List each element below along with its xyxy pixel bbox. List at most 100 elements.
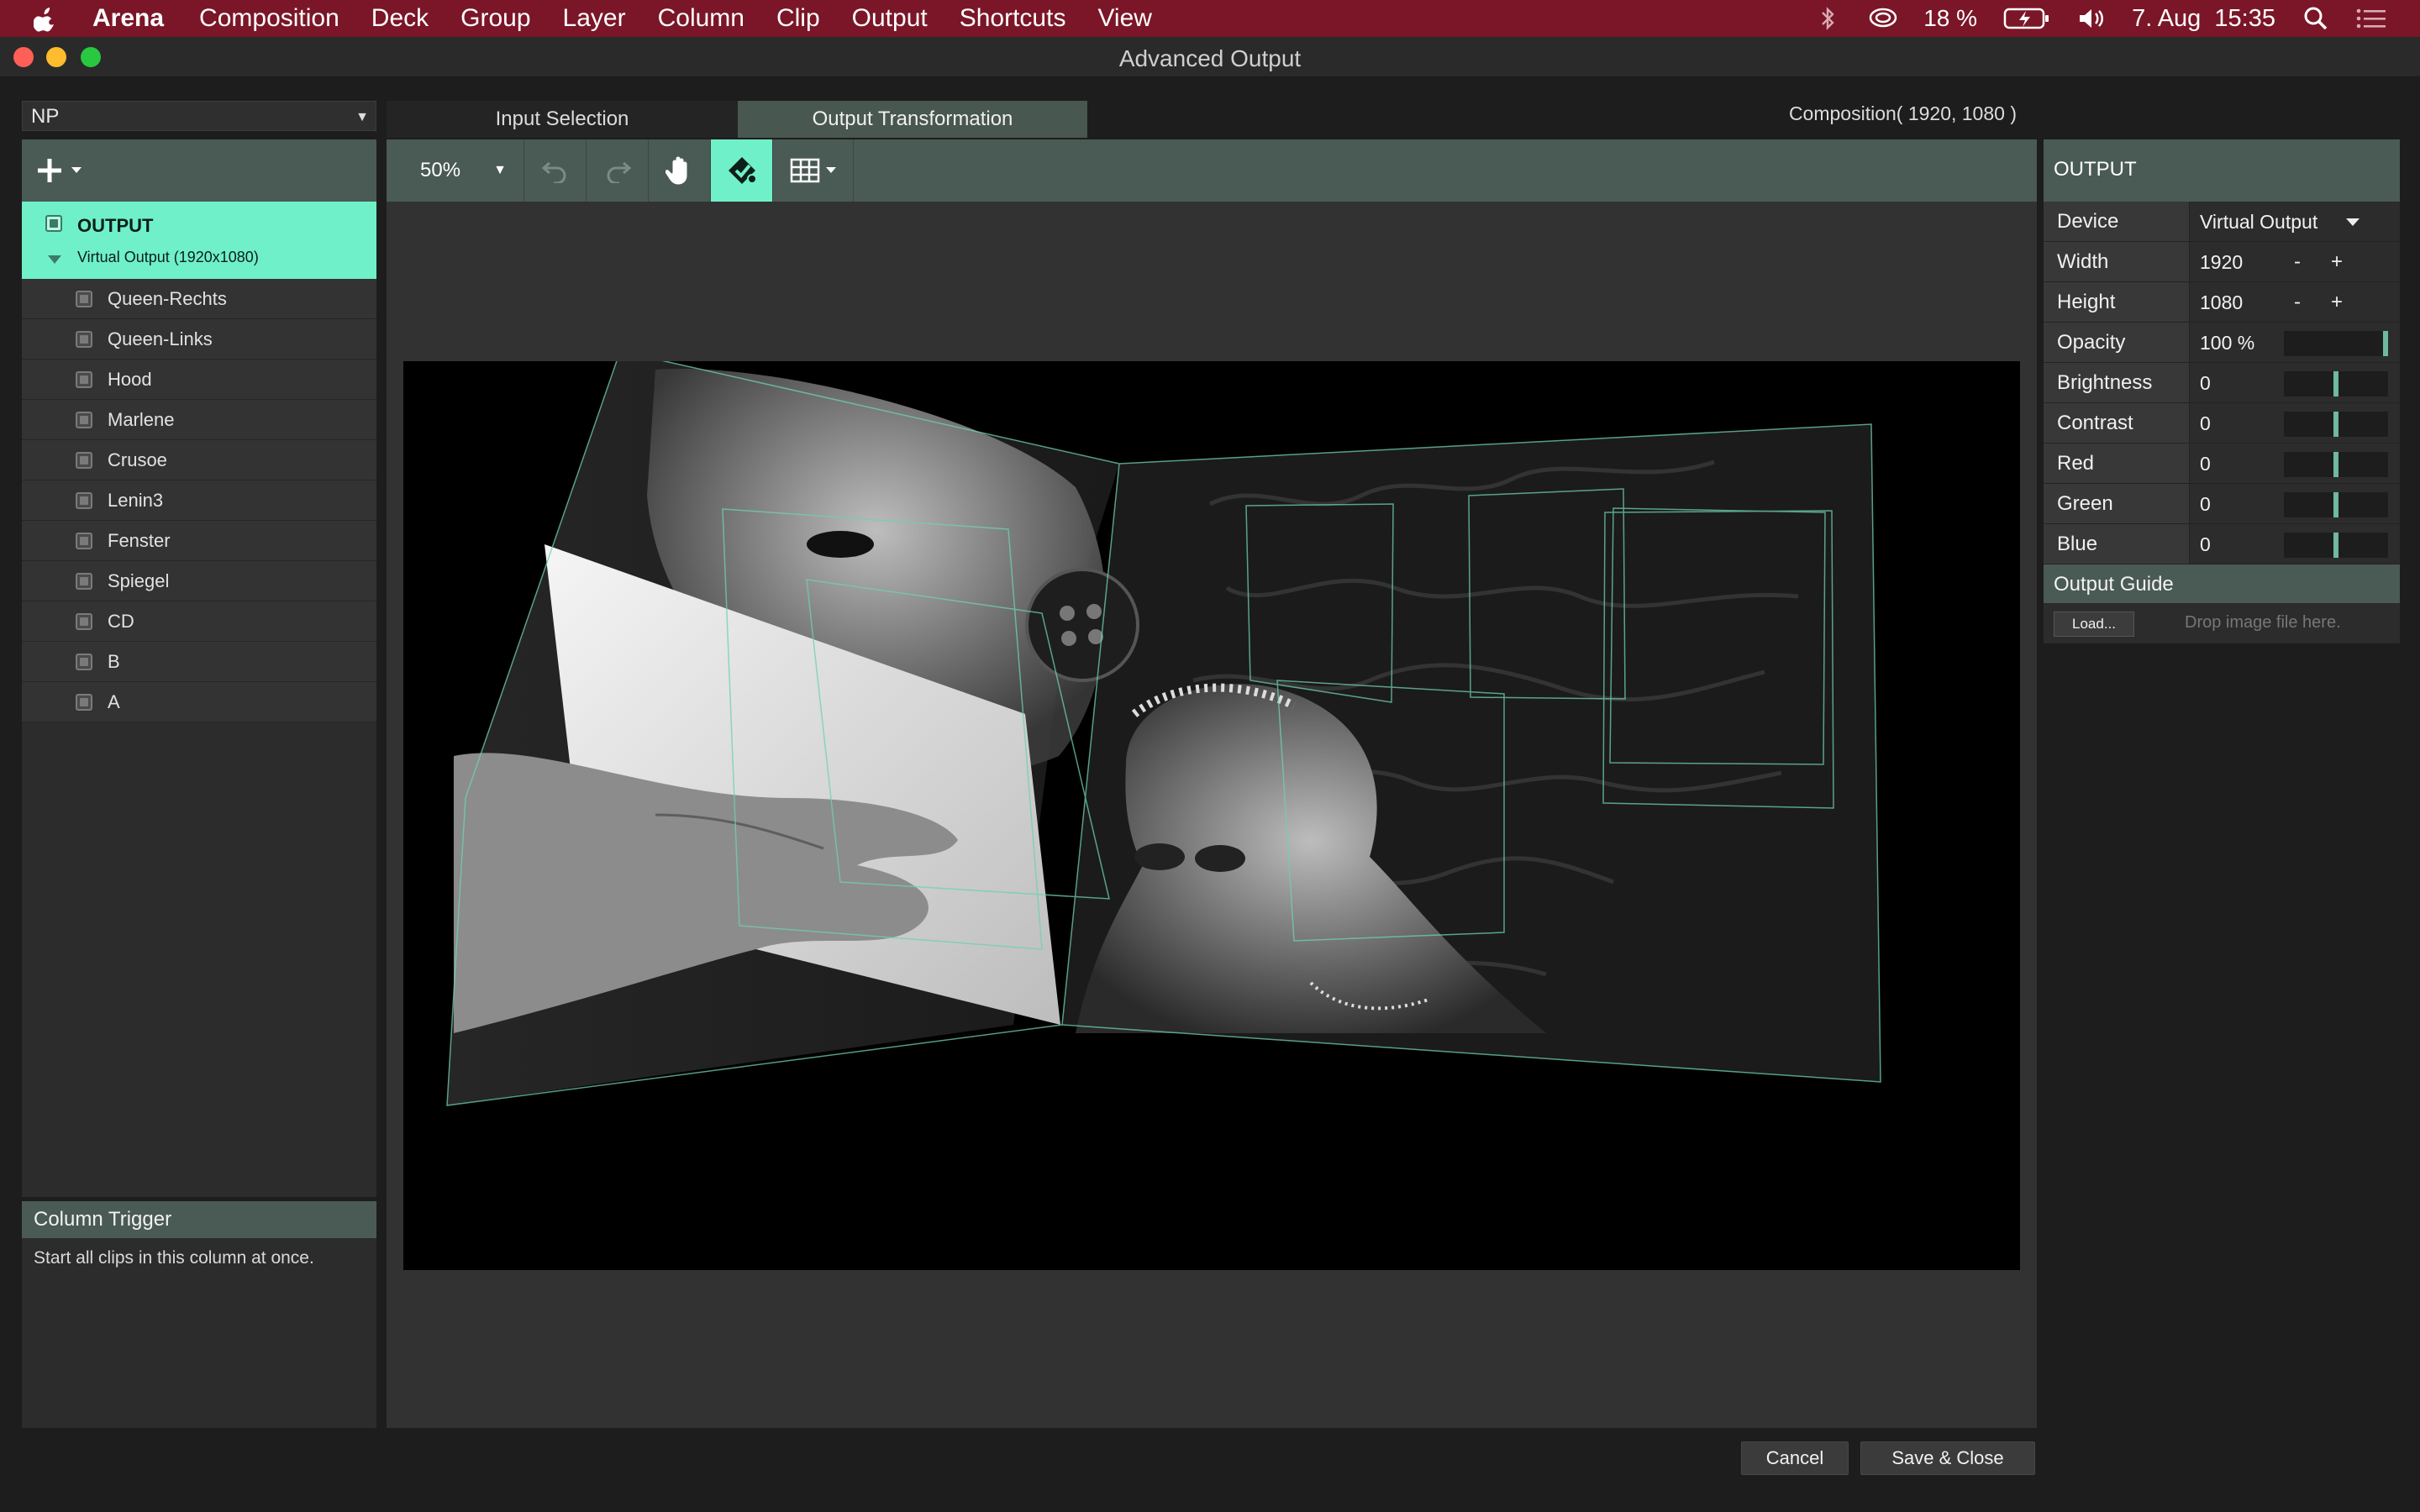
- width-decrement-button[interactable]: -: [2294, 250, 2301, 274]
- menu-layer[interactable]: Layer: [563, 4, 626, 33]
- red-value[interactable]: 0: [2200, 453, 2211, 475]
- height-field[interactable]: 1080 - +: [2190, 282, 2400, 322]
- layer-label: Marlene: [108, 408, 175, 430]
- grid-options-button[interactable]: [773, 139, 854, 202]
- height-value[interactable]: 1080: [2200, 291, 2243, 313]
- preset-dropdown[interactable]: NP ▼: [22, 101, 376, 131]
- load-guide-button[interactable]: Load...: [2054, 612, 2134, 637]
- layer-checkbox[interactable]: [76, 330, 92, 348]
- transform-tool-button[interactable]: [711, 139, 773, 202]
- menu-app-arena[interactable]: Arena: [92, 4, 164, 33]
- layer-row[interactable]: Hood: [22, 360, 376, 400]
- menu-view[interactable]: View: [1097, 4, 1151, 33]
- brightness-value[interactable]: 0: [2200, 372, 2211, 394]
- contrast-row: Contrast 0: [2044, 403, 2400, 444]
- menu-shortcuts[interactable]: Shortcuts: [960, 4, 1066, 33]
- slider-handle[interactable]: [2333, 452, 2338, 477]
- layer-row[interactable]: Queen-Rechts: [22, 279, 376, 319]
- layer-checkbox[interactable]: [76, 290, 92, 307]
- control-center-icon[interactable]: [2356, 6, 2386, 31]
- layer-checkbox[interactable]: [76, 572, 92, 590]
- output-tree: OUTPUT Virtual Output (1920x1080) Queen-…: [22, 202, 376, 1197]
- redo-button[interactable]: [587, 139, 649, 202]
- layer-row[interactable]: Marlene: [22, 400, 376, 440]
- apple-icon[interactable]: [34, 4, 59, 33]
- output-subtitle: Virtual Output (1920x1080): [77, 249, 259, 265]
- contrast-label: Contrast: [2044, 403, 2190, 443]
- layer-checkbox[interactable]: [76, 532, 92, 549]
- menu-group[interactable]: Group: [460, 4, 530, 33]
- menu-column[interactable]: Column: [658, 4, 744, 33]
- width-row: Width 1920 - +: [2044, 242, 2400, 282]
- layer-label: Spiegel: [108, 570, 170, 591]
- airplay-icon[interactable]: [1868, 6, 1898, 31]
- layer-row[interactable]: Spiegel: [22, 561, 376, 601]
- menu-output[interactable]: Output: [852, 4, 928, 33]
- opacity-value[interactable]: 100 %: [2200, 332, 2254, 354]
- width-increment-button[interactable]: +: [2331, 250, 2343, 274]
- output-stage[interactable]: [403, 361, 2020, 1270]
- slider-handle[interactable]: [2333, 492, 2338, 517]
- green-value[interactable]: 0: [2200, 493, 2211, 515]
- layer-row[interactable]: Lenin3: [22, 480, 376, 521]
- red-slider[interactable]: [2284, 452, 2388, 477]
- device-dropdown[interactable]: Virtual Output: [2190, 202, 2400, 241]
- layer-row[interactable]: Queen-Links: [22, 319, 376, 360]
- height-increment-button[interactable]: +: [2331, 291, 2343, 314]
- menu-composition[interactable]: Composition: [199, 4, 339, 33]
- output-device-row[interactable]: OUTPUT Virtual Output (1920x1080): [22, 202, 376, 279]
- blue-value[interactable]: 0: [2200, 533, 2211, 555]
- output-checkbox[interactable]: [45, 215, 62, 232]
- brightness-slider[interactable]: [2284, 371, 2388, 396]
- layer-checkbox[interactable]: [76, 451, 92, 469]
- menu-clip[interactable]: Clip: [776, 4, 820, 33]
- blue-slider[interactable]: [2284, 533, 2388, 558]
- volume-icon[interactable]: [2076, 6, 2107, 31]
- layer-row[interactable]: Fenster: [22, 521, 376, 561]
- width-value[interactable]: 1920: [2200, 251, 2243, 273]
- spotlight-search-icon[interactable]: [2301, 6, 2331, 31]
- opacity-slider[interactable]: [2284, 331, 2388, 356]
- bluetooth-icon[interactable]: [1812, 6, 1843, 31]
- chevron-down-icon: [71, 167, 82, 173]
- cancel-button[interactable]: Cancel: [1741, 1441, 1849, 1475]
- tab-output-transformation[interactable]: Output Transformation: [738, 101, 1087, 138]
- layer-row[interactable]: A: [22, 682, 376, 722]
- layer-checkbox[interactable]: [76, 491, 92, 509]
- slider-handle[interactable]: [2333, 371, 2338, 396]
- zoom-dropdown[interactable]: 50% ▼: [387, 139, 524, 202]
- layer-row[interactable]: CD: [22, 601, 376, 642]
- layer-checkbox[interactable]: [76, 612, 92, 630]
- drop-image-hint[interactable]: Drop image file here.: [2185, 613, 2341, 633]
- slider-handle[interactable]: [2333, 412, 2338, 437]
- pan-hand-button[interactable]: [649, 139, 711, 202]
- battery-icon[interactable]: [2002, 6, 2051, 31]
- undo-button[interactable]: [524, 139, 587, 202]
- contrast-slider[interactable]: [2284, 412, 2388, 437]
- layer-checkbox[interactable]: [76, 653, 92, 670]
- layer-row[interactable]: B: [22, 642, 376, 682]
- grid-icon: [790, 158, 819, 183]
- hand-icon: [665, 156, 687, 185]
- expand-triangle-icon[interactable]: [47, 254, 62, 269]
- add-slice-button[interactable]: [35, 153, 94, 188]
- menu-deck[interactable]: Deck: [371, 4, 429, 33]
- slider-handle[interactable]: [2333, 533, 2338, 558]
- layer-row[interactable]: Crusoe: [22, 440, 376, 480]
- clock[interactable]: 7. Aug 15:35: [2132, 5, 2275, 33]
- layer-checkbox[interactable]: [76, 370, 92, 388]
- help-text: Start all clips in this column at once.: [34, 1248, 314, 1268]
- contrast-value[interactable]: 0: [2200, 412, 2211, 434]
- slider-handle[interactable]: [2383, 331, 2388, 356]
- width-field[interactable]: 1920 - +: [2190, 242, 2400, 281]
- properties-panel: OUTPUT Device Virtual Output Width 1920 …: [2044, 139, 2400, 643]
- layer-checkbox[interactable]: [76, 693, 92, 711]
- height-decrement-button[interactable]: -: [2294, 291, 2301, 314]
- layer-checkbox[interactable]: [76, 411, 92, 428]
- save-and-close-button[interactable]: Save & Close: [1860, 1441, 2035, 1475]
- green-slider[interactable]: [2284, 492, 2388, 517]
- layer-label: Crusoe: [108, 449, 167, 470]
- blue-label: Blue: [2044, 524, 2190, 564]
- dropdown-arrow-icon: ▼: [493, 163, 507, 177]
- tab-input-selection[interactable]: Input Selection: [387, 101, 738, 138]
